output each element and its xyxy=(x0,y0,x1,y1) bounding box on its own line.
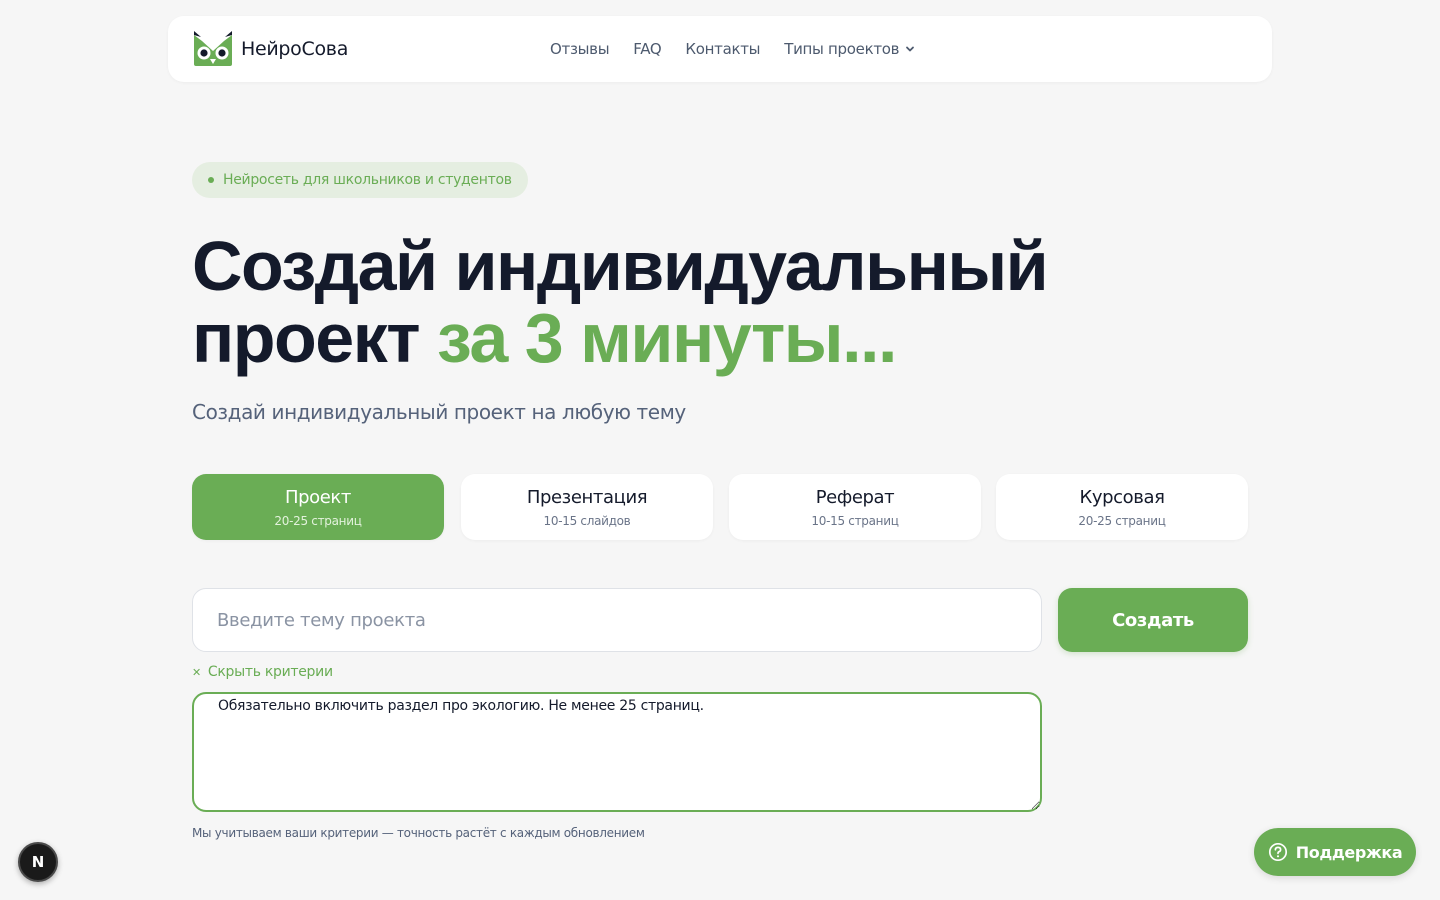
type-card-project[interactable]: Проект 20-25 страниц xyxy=(192,474,444,540)
nav-link-contacts[interactable]: Контакты xyxy=(685,40,760,58)
type-card-title: Курсовая xyxy=(1079,486,1165,508)
type-card-subtitle: 10-15 слайдов xyxy=(543,513,631,528)
criteria-note: Мы учитываем ваши критерии — точность ра… xyxy=(192,826,645,840)
topic-input[interactable] xyxy=(192,588,1042,652)
type-card-presentation[interactable]: Презентация 10-15 слайдов xyxy=(461,474,713,540)
dev-badge-letter: N xyxy=(31,853,45,871)
badge-dot-icon xyxy=(208,177,214,183)
page-title: Создай индивидуальный проект за 3 минуты… xyxy=(192,230,1192,374)
nav-link-faq[interactable]: FAQ xyxy=(633,40,661,58)
type-card-subtitle: 20-25 страниц xyxy=(274,513,362,528)
nav-link-reviews[interactable]: Отзывы xyxy=(550,40,610,58)
title-line-1: Создай индивидуальный xyxy=(192,227,1049,305)
type-card-subtitle: 10-15 страниц xyxy=(811,513,899,528)
title-line-2-accent: за 3 минуты... xyxy=(437,299,897,377)
close-icon: ✕ xyxy=(192,665,201,679)
support-label: Поддержка xyxy=(1295,842,1403,862)
nav-dropdown-project-types[interactable]: Типы проектов xyxy=(784,40,915,58)
type-card-title: Проект xyxy=(284,486,351,508)
navbar: НейроСова Отзывы FAQ Контакты Типы проек… xyxy=(168,16,1272,82)
hero-badge-text: Нейросеть для школьников и студентов xyxy=(223,172,512,188)
hero-badge: Нейросеть для школьников и студентов xyxy=(192,162,528,198)
hero-subtitle: Создай индивидуальный проект на любую те… xyxy=(192,400,686,424)
help-circle-icon xyxy=(1268,842,1287,862)
owl-logo-icon xyxy=(194,31,232,66)
title-line-2-dark: проект xyxy=(192,299,421,377)
hide-criteria-label: Скрыть критерии xyxy=(207,664,333,680)
chevron-down-icon xyxy=(906,46,915,52)
type-card-coursework[interactable]: Курсовая 20-25 страниц xyxy=(996,474,1248,540)
brand-name: НейроСова xyxy=(241,38,349,60)
criteria-textarea[interactable]: Обязательно включить раздел про экологию… xyxy=(192,692,1042,812)
type-card-title: Презентация xyxy=(526,486,648,508)
create-button[interactable]: Создать xyxy=(1058,588,1248,652)
type-card-subtitle: 20-25 страниц xyxy=(1078,513,1166,528)
brand-logo-link[interactable]: НейроСова xyxy=(192,31,348,67)
hide-criteria-toggle[interactable]: ✕ Скрыть критерии xyxy=(192,664,333,680)
type-card-essay[interactable]: Реферат 10-15 страниц xyxy=(729,474,981,540)
dev-tools-badge[interactable]: N xyxy=(18,842,58,882)
nav-dropdown-label: Типы проектов xyxy=(784,40,900,58)
type-card-title: Реферат xyxy=(815,486,895,508)
main-nav: Отзывы FAQ Контакты Типы проектов xyxy=(550,16,915,82)
support-button[interactable]: Поддержка xyxy=(1254,828,1416,876)
